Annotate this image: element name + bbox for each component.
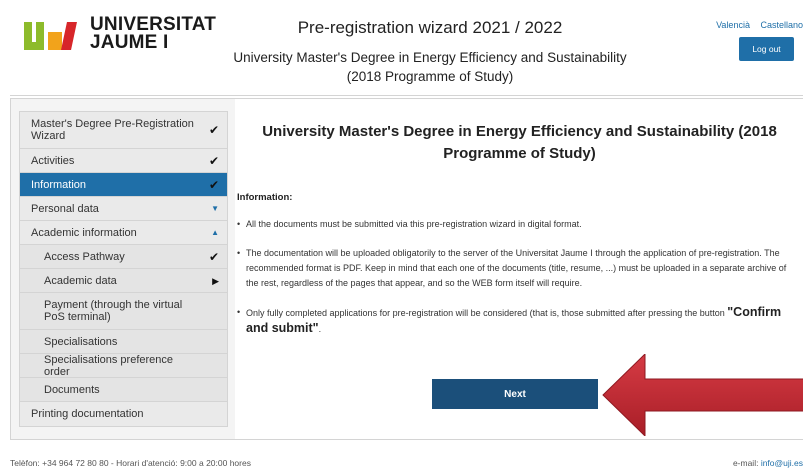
uji-logo[interactable]: UNIVERSITAT JAUME I	[24, 15, 216, 56]
sidebar-item-specialisations[interactable]: Specialisations	[20, 330, 227, 354]
sidebar-item-label: Personal data	[31, 202, 99, 215]
checkmark-icon: ✔	[208, 249, 219, 264]
main-panel: Master's Degree Pre-Registration Wizard …	[10, 98, 803, 440]
logo-text: UNIVERSITAT JAUME I	[90, 15, 216, 53]
checkmark-icon: ✔	[208, 123, 219, 137]
degree-title: University Master's Degree in Energy Eff…	[210, 48, 650, 86]
sidebar-item-payment[interactable]: Payment (through the virtual PoS termina…	[20, 293, 227, 330]
content-area: University Master's Degree in Energy Eff…	[235, 99, 803, 439]
list-item: The documentation will be uploaded oblig…	[237, 246, 799, 291]
bullet-text: All the documents must be submitted via …	[246, 219, 582, 229]
content-title: University Master's Degree in Energy Eff…	[262, 123, 777, 162]
sidebar-item-label: Specialisations	[44, 335, 118, 348]
information-heading: Information:	[237, 192, 293, 203]
sidebar-item-information[interactable]: Information ✔	[20, 173, 227, 197]
degree-title-line1: University Master's Degree in Energy Eff…	[233, 50, 627, 65]
sidebar-item-activities[interactable]: Activities ✔	[20, 149, 227, 173]
sidebar-item-label: Printing documentation	[31, 408, 144, 420]
sidebar-item-label: Academic information	[31, 226, 137, 239]
footer-email-prefix: e-mail:	[732, 458, 761, 468]
lang-valencia-link[interactable]: Valencià	[716, 20, 750, 30]
page: UNIVERSITAT JAUME I Pre-registration wiz…	[0, 0, 803, 475]
sidebar-item-academic-data[interactable]: Academic data ▶	[20, 269, 227, 293]
logo-bars-icon	[24, 22, 84, 50]
bullet-text: Only fully completed applications for pr…	[246, 308, 728, 318]
degree-title-line2: (2018 Programme of Study)	[346, 69, 514, 84]
sidebar-item-label: Documents	[44, 383, 100, 396]
wizard-steps-sidebar: Master's Degree Pre-Registration Wizard …	[19, 111, 228, 427]
list-item: All the documents must be submitted via …	[237, 217, 799, 232]
logo-text-line2: JAUME I	[90, 32, 169, 53]
list-item: Only fully completed applications for pr…	[237, 305, 799, 337]
sidebar-item-label: Academic data	[44, 274, 117, 287]
sidebar-item-label: Information	[31, 178, 87, 191]
pointer-arrow-icon	[602, 354, 803, 436]
footer: Telèfon: +34 964 72 80 80 - Horari d'ate…	[10, 449, 803, 475]
wizard-title: Pre-registration wizard 2021 / 2022	[297, 18, 563, 37]
sidebar-item-label: Access Pathway	[44, 250, 125, 263]
sidebar-item-personal-data[interactable]: Personal data ▼	[20, 197, 227, 221]
sidebar-item-access-pathway[interactable]: Access Pathway ✔	[20, 245, 227, 269]
bullet-text: The documentation will be uploaded oblig…	[246, 248, 787, 288]
next-button[interactable]: Next	[432, 379, 598, 409]
sidebar-item-printing[interactable]: Printing documentation	[20, 402, 227, 426]
caret-down-icon: ▼	[211, 203, 219, 213]
caret-right-icon: ▶	[212, 275, 219, 286]
sidebar-item-label: Master's Degree Pre-Registration Wizard	[31, 118, 194, 142]
checkmark-icon: ✔	[208, 153, 219, 168]
sidebar-item-wizard[interactable]: Master's Degree Pre-Registration Wizard …	[20, 112, 227, 149]
title-block: Pre-registration wizard 2021 / 2022 Univ…	[210, 18, 650, 86]
lang-castellano-link[interactable]: Castellano	[760, 20, 803, 30]
sidebar-item-documents[interactable]: Documents	[20, 378, 227, 402]
email-link[interactable]: info@uji.es	[761, 458, 803, 468]
sidebar-item-label: Payment (through the virtual PoS termina…	[44, 299, 183, 323]
sidebar-item-label: Activities	[31, 154, 75, 167]
bullet-text-end: .	[318, 324, 322, 334]
caret-up-icon: ▲	[211, 227, 219, 237]
information-list: All the documents must be submitted via …	[237, 217, 799, 351]
sidebar-item-academic-information[interactable]: Academic information ▲	[20, 221, 227, 245]
logout-button[interactable]: Log out	[739, 37, 794, 61]
checkmark-icon: ✔	[208, 177, 219, 192]
footer-contact-phone: Telèfon: +34 964 72 80 80 - Horari d'ate…	[10, 458, 251, 468]
sidebar-item-specialisations-order[interactable]: Specialisations preference order	[20, 354, 227, 378]
language-switcher: Valencià Castellano	[708, 20, 803, 30]
sidebar-item-label: Specialisations preference order	[44, 353, 174, 378]
header: UNIVERSITAT JAUME I Pre-registration wiz…	[10, 0, 803, 96]
footer-email: e-mail: info@uji.es	[733, 458, 803, 468]
